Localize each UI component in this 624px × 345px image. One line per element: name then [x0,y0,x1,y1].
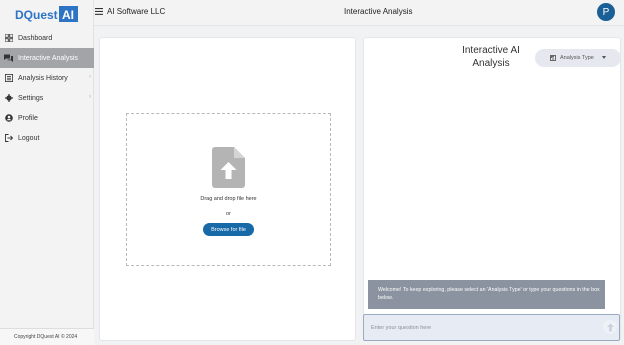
sidebar-nav: Dashboard Interactive Analysis Analysis … [0,28,94,148]
file-dropzone[interactable]: Drag and drop file here or Browse for fi… [126,113,331,266]
dashboard-icon [4,34,13,43]
analysis-type-icon [550,55,556,61]
sidebar-item-label: Interactive Analysis [18,54,78,62]
chat-icon [4,54,13,63]
sidebar: DQuest AI Dashboard Interactive Analysis… [0,0,94,345]
welcome-message: Welcome! To keep exploring, please selec… [368,280,605,309]
question-box [363,314,620,341]
analysis-type-label: Analysis Type [560,55,594,61]
organization-name: AI Software LLC [107,7,166,16]
chevron-right-icon: › [89,94,91,100]
copyright-text: Copyright DQuest AI © 2024 [0,328,94,345]
chevron-right-icon: › [89,74,91,80]
user-icon [4,114,13,123]
logout-icon [4,134,13,143]
history-icon [4,74,13,83]
top-header: AI Software LLC Interactive Analysis P [94,0,624,26]
or-separator: or [226,211,231,217]
file-upload-icon [212,147,245,188]
sidebar-item-label: Logout [18,134,40,142]
sidebar-item-dashboard[interactable]: Dashboard [0,28,94,48]
sidebar-item-settings[interactable]: Settings › [0,88,94,108]
analysis-panel: Interactive AI Analysis Analysis Type We… [363,37,621,341]
sidebar-item-analysis-history[interactable]: Analysis History › [0,68,94,88]
upload-panel: Drag and drop file here or Browse for fi… [99,37,356,341]
logo-text: DQuest [15,8,58,22]
send-button[interactable] [603,320,617,334]
sidebar-item-logout[interactable]: Logout [0,128,94,148]
analysis-title: Interactive AI Analysis [462,45,520,69]
sidebar-item-label: Settings [18,94,44,102]
logo-ai-text: AI [62,8,74,22]
sidebar-item-label: Dashboard [18,34,53,42]
browse-file-button[interactable]: Browse for file [203,223,254,236]
drop-instructions: Drag and drop file here [200,196,257,202]
sidebar-item-interactive-analysis[interactable]: Interactive Analysis [0,48,94,68]
hamburger-menu-icon[interactable] [95,8,103,15]
gear-icon [4,94,13,103]
user-avatar[interactable]: P [597,3,615,21]
arrow-up-icon [606,323,614,331]
page-title: Interactive Analysis [344,7,413,16]
caret-down-icon [602,56,606,59]
sidebar-item-label: Profile [18,114,38,122]
analysis-type-dropdown[interactable]: Analysis Type [535,49,621,67]
dquest-ai-logo: DQuest AI [15,6,78,22]
question-input[interactable] [364,315,594,340]
sidebar-item-profile[interactable]: Profile [0,108,94,128]
sidebar-item-label: Analysis History [18,74,68,82]
